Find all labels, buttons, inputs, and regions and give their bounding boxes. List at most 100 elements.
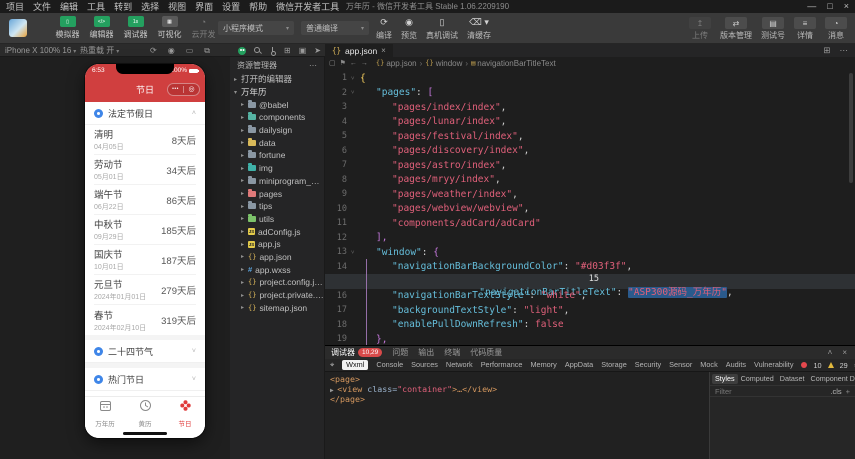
pointer-icon[interactable]: ➤ xyxy=(314,44,321,57)
debugger-tab-代码质量[interactable]: 代码质量 xyxy=(470,347,502,358)
editor-scrollbar[interactable] xyxy=(849,73,853,183)
devtools-tab-Mock[interactable]: Mock xyxy=(700,360,717,370)
holiday-item-端午节[interactable]: 端午节 06月22日 86天后 xyxy=(94,185,196,215)
tree-item-adConfig.js[interactable]: ▸ JS adConfig.js xyxy=(230,225,324,238)
devtools-tab-Console[interactable]: Console xyxy=(376,360,403,370)
tree-item-pages[interactable]: ▸ pages xyxy=(230,187,324,200)
action-清缓存[interactable]: ⌫ ▾ 清缓存 xyxy=(467,17,491,41)
tree-item-@babel[interactable]: ▸ @babel xyxy=(230,98,324,111)
menu-item-设置[interactable]: 设置 xyxy=(222,0,240,13)
filter-input[interactable]: Filter xyxy=(715,387,732,396)
close-miniprogram-icon[interactable]: ◎ xyxy=(184,83,199,96)
mode-dropdown[interactable]: 小程序模式 ▾ xyxy=(218,21,294,35)
tree-item-打开的编辑器[interactable]: ▸ 打开的编辑器 xyxy=(230,73,324,86)
devtools-tab-Sensor[interactable]: Sensor xyxy=(669,360,692,370)
devtools-tab-Wxml[interactable]: Wxml xyxy=(342,360,369,370)
toolbar-button-调试器[interactable]: 1s 调试器 xyxy=(120,16,151,40)
compile-mode-dropdown[interactable]: 普通编译 ▾ xyxy=(301,21,369,35)
holiday-item-国庆节[interactable]: 国庆节 10月01日 187天后 xyxy=(94,245,196,275)
menu-item-视图[interactable]: 视图 xyxy=(168,0,186,13)
toolbar-button-云开发[interactable]: ◔ 云开发 xyxy=(188,16,219,40)
menu-item-工具[interactable]: 工具 xyxy=(87,0,105,13)
tree-item-project.config.json[interactable]: ▸{} project.config.json xyxy=(230,276,324,289)
action-真机调试[interactable]: ▯ 真机调试 xyxy=(426,17,458,41)
wechat-icon[interactable] xyxy=(238,46,246,55)
block-icon[interactable]: ▢ xyxy=(329,59,336,67)
save-icon[interactable]: ▣ xyxy=(299,44,307,57)
menu-item-帮助[interactable]: 帮助 xyxy=(249,0,267,13)
tree-item-app.wxss[interactable]: ▸ # app.wxss xyxy=(230,263,324,276)
section-legal-holidays[interactable]: 法定节假日 ˄ xyxy=(85,102,205,125)
minimize-icon[interactable]: — xyxy=(807,0,816,13)
tree-item-tips[interactable]: ▸ tips xyxy=(230,200,324,213)
tree-item-project.private.config.js...[interactable]: ▸{}project.private.config.js... xyxy=(230,289,324,302)
devtools-tab-Memory[interactable]: Memory xyxy=(530,360,556,370)
devtools-tab-Storage[interactable]: Storage xyxy=(601,360,627,370)
fold-icon[interactable]: ˅ xyxy=(351,75,360,82)
device-frame-icon[interactable]: ▭ xyxy=(186,44,194,57)
devtools-tab-Audits[interactable]: Audits xyxy=(726,360,746,370)
action-编译[interactable]: ⟳ 编译 xyxy=(376,17,392,41)
action-预览[interactable]: ◉ 预览 xyxy=(401,17,417,41)
holiday-item-清明[interactable]: 清明 04月05日 8天后 xyxy=(94,125,196,155)
tree-item-miniprogram_npm[interactable]: ▸ miniprogram_npm xyxy=(230,175,324,188)
error-count[interactable]: 10 xyxy=(813,361,821,370)
toolbar-button-可视化[interactable]: ▦ 可视化 xyxy=(154,16,185,40)
cls-toggle[interactable]: .cls xyxy=(830,387,841,396)
code-area[interactable]: 1 ˅{2 ˅ "pages": [3 "pages/index/index", 4 "pa… xyxy=(325,69,855,345)
close-icon[interactable]: × xyxy=(381,46,386,55)
debugger-tab-问题[interactable]: 问题 xyxy=(392,347,408,358)
action-消息[interactable]: ◔ 消息 xyxy=(825,17,847,41)
search-icon[interactable] xyxy=(254,47,261,54)
bookmark-icon[interactable]: ⚑ xyxy=(340,59,346,67)
maximize-icon[interactable]: □ xyxy=(827,0,832,13)
action-详情[interactable]: ≡ 详情 xyxy=(794,17,816,41)
menu-item-文件[interactable]: 文件 xyxy=(33,0,51,13)
menu-item-选择[interactable]: 选择 xyxy=(141,0,159,13)
holiday-item-中秋节[interactable]: 中秋节 09月29日 185天后 xyxy=(94,215,196,245)
warning-count[interactable]: 29 xyxy=(840,361,848,370)
debugger-tab-调试器[interactable]: 调试器 10,29 xyxy=(331,347,383,358)
fold-icon[interactable]: ˅ xyxy=(351,89,360,96)
menu-item-界面[interactable]: 界面 xyxy=(195,0,213,13)
wxml-tree[interactable]: <page> ▶ <view class="container">…</view>… xyxy=(325,372,709,459)
debugger-tab-终端[interactable]: 终端 xyxy=(444,347,460,358)
forward-icon[interactable]: → xyxy=(361,60,368,67)
branch-icon[interactable] xyxy=(269,46,276,56)
screenshot-icon[interactable]: ◉ xyxy=(168,44,175,57)
devtools-tab-Network[interactable]: Network xyxy=(446,360,473,370)
devtools-tab-Sources[interactable]: Sources xyxy=(411,360,438,370)
menu-item-项目[interactable]: 项目 xyxy=(6,0,24,13)
project-avatar[interactable] xyxy=(9,19,27,37)
error-icon[interactable] xyxy=(801,362,808,368)
tree-item-components[interactable]: ▸ components xyxy=(230,111,324,124)
holiday-item-春节[interactable]: 春节 2024年02月10日 319天后 xyxy=(94,305,196,335)
phone-tab-万年历[interactable]: 万年历 xyxy=(85,397,125,429)
action-测试号[interactable]: ▤ 测试号 xyxy=(761,17,785,41)
tree-item-sitemap.json[interactable]: ▸{} sitemap.json xyxy=(230,301,324,314)
styles-tab-Styles[interactable]: Styles xyxy=(712,373,738,384)
tree-item-app.json[interactable]: ▸{} app.json xyxy=(230,251,324,264)
collapse-panel-icon[interactable]: ˄ xyxy=(828,348,833,357)
multi-window-icon[interactable]: ⧉ xyxy=(204,44,210,57)
breadcrumb-item-navigationBarTitleText[interactable]: ▤ navigationBarTitleText xyxy=(471,59,556,68)
holiday-item-劳动节[interactable]: 劳动节 05月01日 34天后 xyxy=(94,155,196,185)
breadcrumb-item-app.json[interactable]: {} app.json xyxy=(376,59,417,68)
phone-tab-黄历[interactable]: 黄历 xyxy=(125,397,165,429)
close-icon[interactable]: × xyxy=(844,0,849,13)
styles-tab-Dataset[interactable]: Dataset xyxy=(777,374,808,383)
debugger-tab-输出[interactable]: 输出 xyxy=(418,347,434,358)
styles-tab-Computed[interactable]: Computed xyxy=(738,374,777,383)
devtools-tab-Performance[interactable]: Performance xyxy=(481,360,523,370)
phone-tab-节日[interactable]: 节日 xyxy=(165,397,205,429)
action-版本管理[interactable]: ⇄ 版本管理 xyxy=(720,17,752,41)
toolbar-button-编辑器[interactable]: </> 编辑器 xyxy=(86,16,117,40)
devtools-tab-Security[interactable]: Security xyxy=(635,360,661,370)
devtools-tab-Vulnerability[interactable]: Vulnerability xyxy=(754,360,793,370)
devtools-tab-AppData[interactable]: AppData xyxy=(565,360,593,370)
toolbar-button-模拟器[interactable]: ▯ 模拟器 xyxy=(52,16,83,40)
split-editor-icon[interactable]: ⊞ xyxy=(823,45,830,56)
back-icon[interactable]: ← xyxy=(350,60,357,67)
tree-item-utils[interactable]: ▸ utils xyxy=(230,213,324,226)
warning-icon[interactable] xyxy=(827,362,834,368)
